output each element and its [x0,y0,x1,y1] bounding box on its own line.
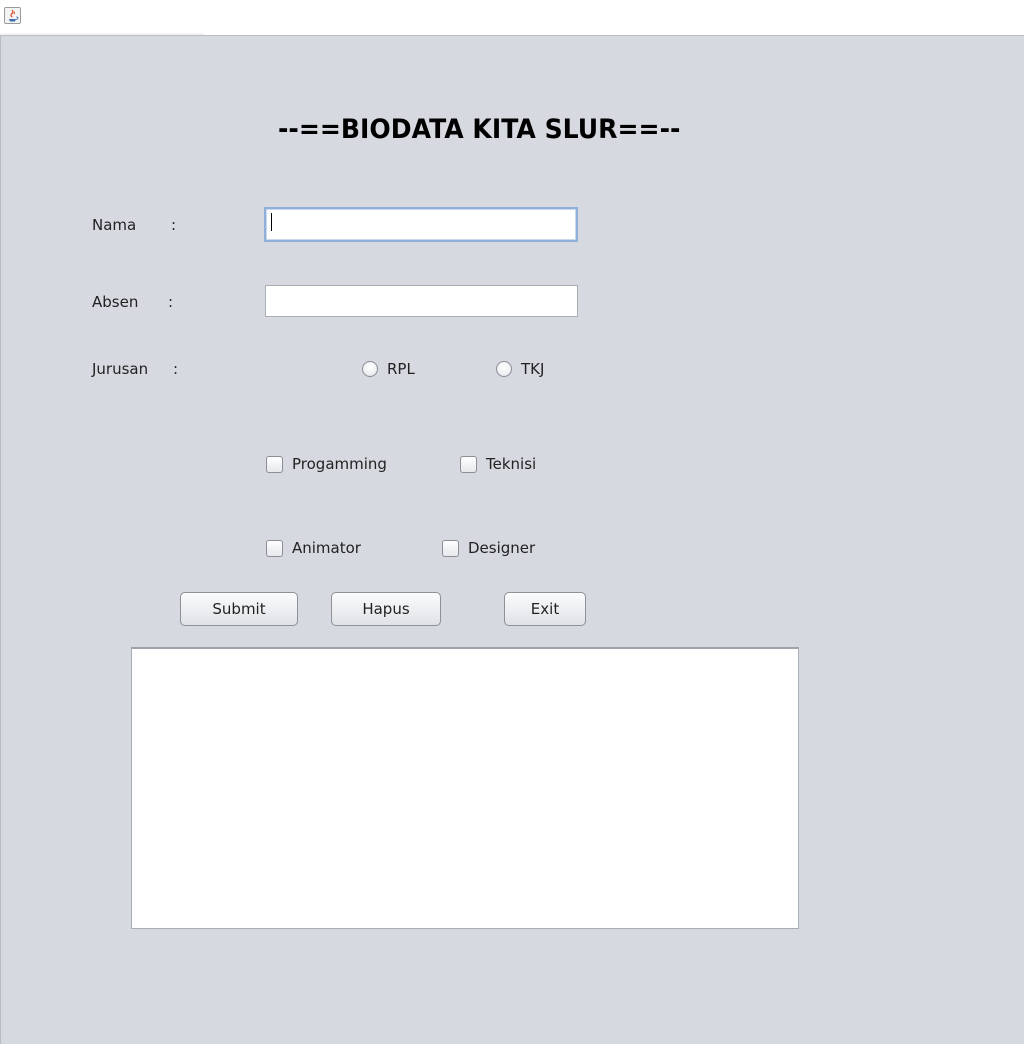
radio-tkj-circle[interactable] [496,361,512,377]
check-designer[interactable]: Designer [442,539,535,557]
check-progamming-label: Progamming [292,455,387,473]
window-titlebar [0,0,1024,35]
submit-button[interactable]: Submit [180,592,298,626]
hapus-button[interactable]: Hapus [331,592,441,626]
absen-label-text: Absen [92,293,139,311]
check-animator-label: Animator [292,539,361,557]
nama-label: Nama : [92,216,176,234]
jurusan-label: Jurusan : [92,360,178,378]
nama-colon: : [171,216,177,234]
radio-tkj[interactable]: TKJ [496,360,544,378]
check-animator-box[interactable] [266,539,283,557]
check-progamming[interactable]: Progamming [266,455,387,473]
page-title: --==BIODATA KITA SLUR==-- [278,114,681,145]
check-teknisi-box[interactable] [460,455,477,473]
absen-input[interactable] [265,285,578,317]
text-caret [271,213,272,231]
java-cup-icon [4,7,21,24]
absen-label: Absen : [92,293,173,311]
radio-rpl[interactable]: RPL [362,360,415,378]
absen-colon: : [168,293,174,311]
check-designer-label: Designer [468,539,536,557]
output-textarea[interactable] [131,647,799,929]
radio-rpl-circle[interactable] [362,361,378,377]
jurusan-colon: : [173,360,179,378]
check-progamming-box[interactable] [266,455,283,473]
check-teknisi[interactable]: Teknisi [460,455,536,473]
exit-button[interactable]: Exit [504,592,586,626]
jurusan-label-text: Jurusan [92,360,149,378]
radio-tkj-label: TKJ [521,360,545,378]
radio-rpl-label: RPL [387,360,415,378]
check-designer-box[interactable] [442,539,459,557]
nama-label-text: Nama [92,216,137,234]
check-animator[interactable]: Animator [266,539,361,557]
nama-input[interactable] [264,207,578,242]
check-teknisi-label: Teknisi [486,455,537,473]
